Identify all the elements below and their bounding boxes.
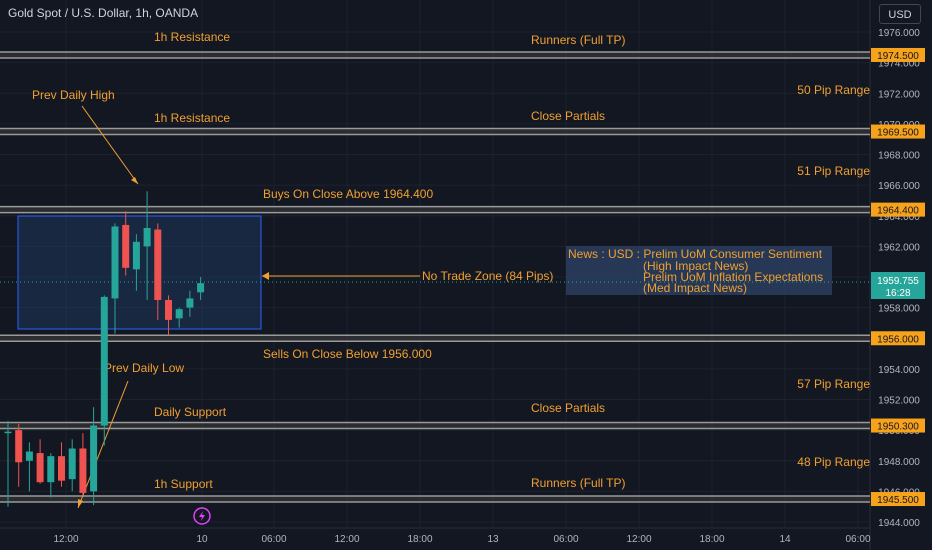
arrow-head bbox=[131, 177, 138, 184]
level-price-label: 1956.000 bbox=[877, 334, 919, 345]
candle-body bbox=[36, 453, 44, 483]
candle-body bbox=[90, 425, 98, 492]
level-price-label: 1945.500 bbox=[877, 495, 919, 506]
arrow-head bbox=[262, 272, 269, 280]
candle-body bbox=[100, 296, 108, 426]
candle-body bbox=[122, 224, 130, 268]
y-tick-label: 1966.000 bbox=[878, 181, 920, 192]
x-tick-label: 06:00 bbox=[845, 534, 870, 545]
candle-body bbox=[15, 430, 23, 463]
candle-body bbox=[154, 229, 162, 300]
candle-body bbox=[4, 431, 12, 434]
candle-body bbox=[58, 456, 65, 481]
annotation-text: Runners (Full TP) bbox=[531, 33, 625, 47]
y-tick-label: 1954.000 bbox=[878, 365, 920, 376]
y-tick-label: 1948.000 bbox=[878, 457, 920, 468]
countdown-label: 16:28 bbox=[885, 288, 910, 299]
annotation-text: (Med Impact News) bbox=[643, 281, 747, 295]
y-tick-label: 1976.000 bbox=[878, 28, 920, 39]
y-tick-label: 1944.000 bbox=[878, 518, 920, 529]
current-price-label: 1959.755 bbox=[877, 276, 919, 287]
x-tick-label: 13 bbox=[487, 534, 499, 545]
annotation-text: Daily Support bbox=[154, 405, 227, 419]
currency-button[interactable]: USD bbox=[879, 4, 921, 24]
level-band bbox=[0, 206, 870, 213]
candle-body bbox=[143, 228, 151, 247]
annotation-text: Runners (Full TP) bbox=[531, 476, 625, 490]
annotation-text: 48 Pip Range bbox=[797, 455, 870, 469]
x-tick-label: 12:00 bbox=[334, 534, 359, 545]
level-price-label: 1974.500 bbox=[877, 51, 919, 62]
annotation-text: Prev Daily Low bbox=[104, 361, 184, 375]
annotation-text: No Trade Zone (84 Pips) bbox=[422, 269, 553, 283]
annotation-text: Sells On Close Below 1956.000 bbox=[263, 347, 432, 361]
candle-body bbox=[132, 241, 140, 270]
symbol-title: Gold Spot / U.S. Dollar, 1h, OANDA bbox=[8, 6, 199, 20]
x-tick-label: 10 bbox=[196, 534, 208, 545]
x-tick-label: 06:00 bbox=[553, 534, 578, 545]
x-tick-label: 14 bbox=[779, 534, 791, 545]
annotation-text: Buys On Close Above 1964.400 bbox=[263, 187, 433, 201]
annotation-text: 51 Pip Range bbox=[797, 164, 870, 178]
annotation-text: 1h Support bbox=[154, 477, 213, 491]
level-price-label: 1964.400 bbox=[877, 206, 919, 217]
candle-body bbox=[111, 226, 119, 299]
annotation-text: Close Partials bbox=[531, 109, 605, 123]
candle-body bbox=[25, 451, 33, 461]
no-trade-zone-box bbox=[17, 215, 262, 330]
x-tick-label: 12:00 bbox=[53, 534, 78, 545]
candle-body bbox=[79, 448, 87, 493]
y-tick-label: 1972.000 bbox=[878, 89, 920, 100]
candle-body bbox=[175, 309, 183, 319]
level-price-label: 1950.300 bbox=[877, 422, 919, 433]
annotation-text: 57 Pip Range bbox=[797, 377, 870, 391]
y-tick-label: 1968.000 bbox=[878, 151, 920, 162]
level-price-label: 1969.500 bbox=[877, 128, 919, 139]
price-chart[interactable]: 1944.0001946.0001948.0001950.0001952.000… bbox=[0, 0, 932, 550]
level-band bbox=[0, 128, 870, 135]
annotation-text: 1h Resistance bbox=[154, 111, 230, 125]
x-tick-label: 18:00 bbox=[407, 534, 432, 545]
x-tick-label: 12:00 bbox=[626, 534, 651, 545]
annotation-text: 50 Pip Range bbox=[797, 83, 870, 97]
y-tick-label: 1962.000 bbox=[878, 242, 920, 253]
candle-body bbox=[186, 298, 194, 308]
level-band bbox=[0, 51, 870, 58]
level-band bbox=[0, 335, 870, 342]
x-tick-label: 06:00 bbox=[261, 534, 286, 545]
candle-body bbox=[165, 299, 172, 320]
level-band bbox=[0, 422, 870, 429]
annotation-text: Prev Daily High bbox=[32, 88, 115, 102]
prev-high-arrow bbox=[81, 105, 139, 185]
level-band bbox=[0, 496, 870, 503]
candle-body bbox=[197, 283, 205, 293]
y-tick-label: 1958.000 bbox=[878, 304, 920, 315]
annotation-text: 1h Resistance bbox=[154, 30, 230, 44]
candle-body bbox=[68, 448, 76, 480]
y-tick-label: 1952.000 bbox=[878, 396, 920, 407]
x-tick-label: 18:00 bbox=[699, 534, 724, 545]
annotation-text: Close Partials bbox=[531, 401, 605, 415]
candle-body bbox=[47, 456, 55, 483]
